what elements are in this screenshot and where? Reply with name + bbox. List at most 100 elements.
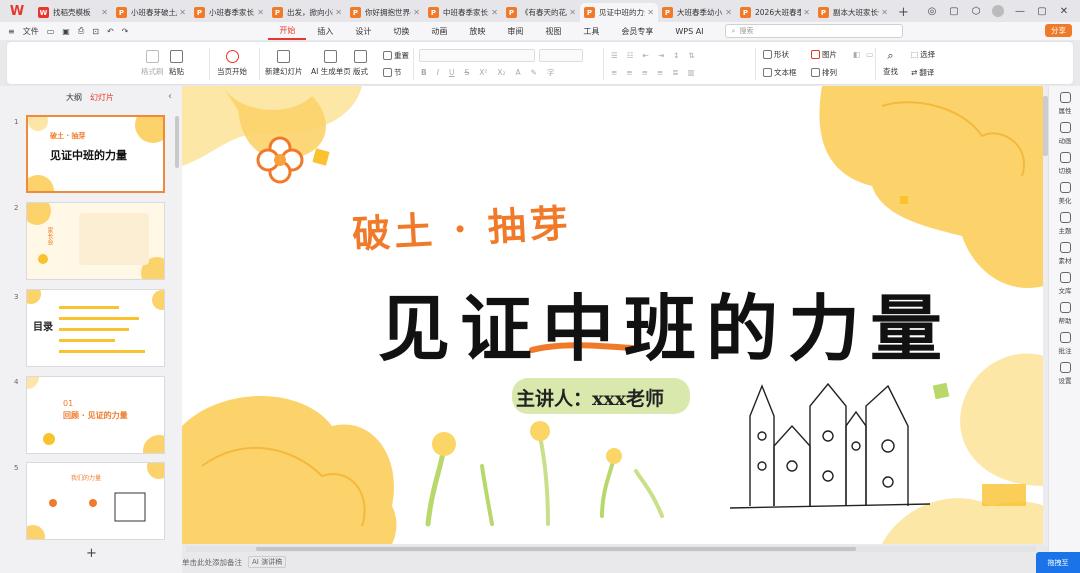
highlight-icon[interactable]: ✎ xyxy=(531,68,537,77)
ribbon-tab-5[interactable]: 动画 xyxy=(420,22,458,40)
ribbon-tab-8[interactable]: 视图 xyxy=(534,22,572,40)
indent-icon[interactable]: ⇥ xyxy=(658,51,664,60)
shape-button[interactable]: 形状 xyxy=(763,49,789,60)
cube-icon[interactable]: ⬡ xyxy=(970,6,982,17)
underline-icon[interactable]: U xyxy=(449,68,455,77)
line-spacing-icon[interactable]: ↕ xyxy=(673,51,679,60)
close-tab-icon[interactable]: ✕ xyxy=(335,8,342,17)
format-painter-button[interactable]: 格式刷 xyxy=(141,50,164,77)
ribbon-tab-3[interactable]: 设计 xyxy=(344,22,382,40)
outline-icon[interactable]: ▭ xyxy=(866,50,873,59)
ribbon-tab-9[interactable]: 工具 xyxy=(572,22,610,40)
wps-logo[interactable]: W xyxy=(0,0,34,22)
ribbon-tab-10[interactable]: 会员专享 xyxy=(610,22,664,40)
tab-6[interactable]: P 中班春季家长…✕ xyxy=(424,3,502,22)
bold-icon[interactable]: B xyxy=(421,68,427,77)
close-tab-icon[interactable]: ✕ xyxy=(179,8,186,17)
tab-3[interactable]: P 小班春季家长…✕ xyxy=(190,3,268,22)
close-tab-icon[interactable]: ✕ xyxy=(725,8,732,17)
ribbon-tab-1[interactable]: 开始 xyxy=(268,22,307,40)
tab-9[interactable]: P 大班春季幼小…✕ xyxy=(658,3,736,22)
translate-button[interactable]: ⇄ 翻译 xyxy=(911,67,934,78)
ribbon-tab-11[interactable]: WPS AI xyxy=(664,22,714,40)
add-slide-button[interactable]: + xyxy=(86,546,97,561)
undo-icon[interactable]: ↶ xyxy=(107,27,114,36)
drag-assistant-button[interactable]: 拖拽至 xyxy=(1036,552,1080,573)
side-panel-material[interactable]: 素材 xyxy=(1049,242,1080,265)
text-direction-icon[interactable]: ⇅ xyxy=(688,51,694,60)
print-icon[interactable]: ⎙ xyxy=(78,26,84,36)
tab-slides[interactable]: 幻灯片 xyxy=(90,92,114,103)
tab-7[interactable]: P 《有春天的花。》…✕ xyxy=(502,3,580,22)
section-button[interactable]: 节 xyxy=(383,67,402,78)
justify-icon[interactable]: ≡ xyxy=(657,68,663,77)
file-menu[interactable]: 文件 xyxy=(23,26,39,37)
subscript-icon[interactable]: X₂ xyxy=(497,68,505,77)
strike-icon[interactable]: S xyxy=(464,68,469,77)
tab-10[interactable]: P 2026大班春季…✕ xyxy=(736,3,814,22)
tile-icon[interactable]: ▢ xyxy=(948,6,960,17)
slide-1[interactable]: 破土 · 抽芽 见证中班的力量 主讲人：xxx老师 xyxy=(182,86,1044,544)
outdent-icon[interactable]: ⇤ xyxy=(642,51,648,60)
collapse-pane-icon[interactable]: ‹ xyxy=(168,91,172,102)
side-panel-comment[interactable]: 批注 xyxy=(1049,332,1080,355)
ai-generate-slide-button[interactable]: AI 生成单页 xyxy=(311,50,351,77)
textbox-button[interactable]: 文本框 xyxy=(763,67,797,78)
side-panel-beautify[interactable]: 美化 xyxy=(1049,182,1080,205)
side-panel-transition[interactable]: 切换 xyxy=(1049,152,1080,175)
close-tab-icon[interactable]: ✕ xyxy=(881,8,888,17)
find-button[interactable]: ⌕ 查找 xyxy=(883,49,898,77)
new-tab-button[interactable]: + xyxy=(892,3,915,22)
fill-icon[interactable]: ◧ xyxy=(853,50,860,59)
align-right-icon[interactable]: ≡ xyxy=(642,68,648,77)
side-panel-settings[interactable]: 设置 xyxy=(1049,362,1080,385)
ai-assistant-icon[interactable]: ◎ xyxy=(926,6,938,17)
superscript-icon[interactable]: X² xyxy=(479,68,487,77)
char-spacing-icon[interactable]: 字 xyxy=(547,67,555,78)
tab-1[interactable]: W 找稻壳模板 ✕ xyxy=(34,3,112,22)
notes-placeholder[interactable]: 单击此处添加备注 xyxy=(182,557,242,568)
play-from-current-button[interactable]: 当页开始 xyxy=(217,50,247,77)
slide-thumbnail-3[interactable]: 目录 xyxy=(26,289,165,367)
slide-title[interactable]: 见证中班的力量 xyxy=(378,270,952,375)
tab-2[interactable]: P 小班春芽破土成…✕ xyxy=(112,3,190,22)
arrange-button[interactable]: 排列 xyxy=(811,67,837,78)
ai-speech-notes-button[interactable]: AI 演讲稿 xyxy=(248,556,287,568)
slide-canvas[interactable]: 破土 · 抽芽 见证中班的力量 主讲人：xxx老师 xyxy=(182,86,1044,544)
tab-8[interactable]: P 见证中班的力量…✕ xyxy=(580,3,658,22)
tab-4[interactable]: P 出发，掀向小班…✕ xyxy=(268,3,346,22)
bullets-icon[interactable]: ☰ xyxy=(611,51,618,60)
close-tab-icon[interactable]: ✕ xyxy=(803,8,810,17)
side-panel-animation[interactable]: 动画 xyxy=(1049,122,1080,145)
tab-outline[interactable]: 大纲 xyxy=(66,92,82,103)
slide-thumbnail-4[interactable]: 01 回顾 · 见证的力量 xyxy=(26,376,165,454)
print-preview-icon[interactable]: ⊡ xyxy=(92,27,99,36)
tab-11[interactable]: P 副本大班家长会…✕ xyxy=(814,3,892,22)
side-panel-library[interactable]: 文库 xyxy=(1049,272,1080,295)
slide-thumbnail-2[interactable]: 家长会 xyxy=(26,202,165,280)
minimize-icon[interactable]: — xyxy=(1014,6,1026,17)
close-tab-icon[interactable]: ✕ xyxy=(569,8,576,17)
layout-button[interactable]: 版式 xyxy=(353,50,368,77)
new-slide-button[interactable]: 新建幻灯片 xyxy=(265,50,303,77)
font-family-select[interactable] xyxy=(419,49,535,62)
folder-icon[interactable]: ▭ xyxy=(47,27,55,36)
ribbon-tab-7[interactable]: 审阅 xyxy=(496,22,534,40)
maximize-icon[interactable]: ▢ xyxy=(1036,6,1048,17)
search-input[interactable]: ⌕ 搜索 xyxy=(724,24,903,38)
paste-button[interactable]: 粘贴 xyxy=(169,50,184,77)
ribbon-tab-4[interactable]: 切换 xyxy=(382,22,420,40)
align-left-icon[interactable]: ≡ xyxy=(611,68,617,77)
redo-icon[interactable]: ↷ xyxy=(122,27,129,36)
tab-5[interactable]: P 你好拥抱世界-中…✕ xyxy=(346,3,424,22)
close-tab-icon[interactable]: ✕ xyxy=(647,8,654,17)
ribbon-tab-6[interactable]: 放映 xyxy=(458,22,496,40)
presenter-text[interactable]: 主讲人：xxx老师 xyxy=(516,384,664,411)
hamburger-icon[interactable]: ≡ xyxy=(8,27,15,36)
save-icon[interactable]: ▣ xyxy=(62,27,70,36)
close-tab-icon[interactable]: ✕ xyxy=(101,8,108,17)
thumbnail-scrollbar[interactable] xyxy=(175,116,179,168)
italic-icon[interactable]: I xyxy=(437,68,439,77)
numbering-icon[interactable]: ☷ xyxy=(627,51,634,60)
slide-thumbnail-1[interactable]: 破土 · 抽芽 见证中班的力量 xyxy=(26,115,165,193)
